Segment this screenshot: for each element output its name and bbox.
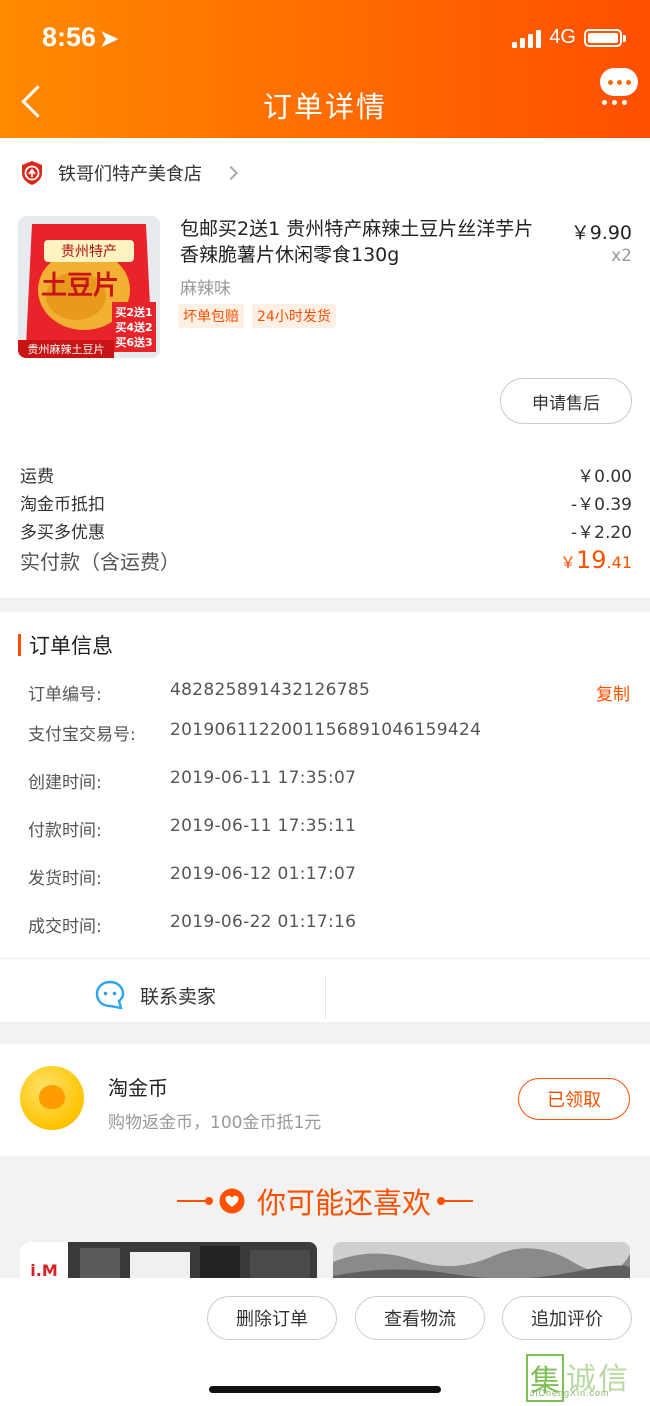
contact-row: 联系卖家	[0, 958, 650, 1034]
info-row-order-number: 订单编号: 482825891432126785 复制	[28, 680, 630, 705]
claimed-button[interactable]: 已领取	[518, 1078, 630, 1120]
gold-coin-icon	[20, 1066, 84, 1130]
product-title[interactable]: 包邮买2送1 贵州特产麻辣土豆片丝洋芋片 香辣脆薯片休闲零食130g	[180, 216, 550, 268]
enterprise-shop-icon	[22, 161, 42, 185]
fee-value: ￥0.00	[577, 467, 632, 487]
order-item-card: 铁哥们特产美食店 贵州特产 土豆片 买2送1 买4送2 买6送3 贵州麻辣土豆片…	[0, 138, 650, 598]
total-amount: ￥19.41	[559, 546, 632, 574]
fee-label: 多买多优惠	[20, 523, 105, 543]
decor-line-icon	[437, 1197, 473, 1205]
info-row-shipped-time: 发货时间: 2019-06-12 01:17:07	[28, 864, 357, 889]
chevron-right-icon	[223, 165, 239, 181]
shop-link[interactable]: 铁哥们特产美食店	[20, 160, 239, 186]
signal-icon	[512, 28, 542, 48]
bottom-action-bar: 删除订单 查看物流 追加评价 集诚信 JiChengXin.com	[0, 1278, 650, 1406]
fee-label: 淘金币抵扣	[20, 495, 105, 515]
add-review-button[interactable]: 追加评价	[502, 1296, 632, 1340]
delete-order-button[interactable]: 删除订单	[207, 1296, 337, 1340]
view-logistics-button[interactable]: 查看物流	[355, 1296, 485, 1340]
total-label: 实付款（含运费）	[20, 550, 180, 574]
service-tags: 坏单包赔 24小时发货	[178, 304, 336, 328]
status-time: 8:56 ➤	[42, 22, 118, 53]
header: 8:56 ➤ 4G 订单详情	[0, 0, 650, 138]
decor-line-icon	[176, 1197, 213, 1205]
product-image-brand: 贵州特产	[61, 244, 117, 260]
network-label: 4G	[549, 26, 576, 48]
divider	[325, 975, 326, 1019]
product-image-caption: 贵州麻辣土豆片	[28, 342, 105, 356]
product-image-name: 土豆片	[41, 271, 119, 301]
product-spec: 麻辣味	[180, 279, 231, 299]
location-arrow-icon: ➤	[100, 26, 119, 51]
page-title: 订单详情	[262, 90, 387, 124]
fee-value: -￥2.20	[571, 523, 632, 543]
status-indicators: 4G	[512, 26, 626, 49]
info-row-paid-time: 付款时间: 2019-06-11 17:35:11	[28, 816, 357, 841]
product-image-promo-2: 买4送2	[115, 320, 152, 334]
total-paid-row: 实付款（含运费） ￥19.41	[20, 546, 632, 575]
time-text: 8:56	[42, 22, 97, 52]
heart-icon	[219, 1188, 245, 1214]
fee-row-multi-discount: 多买多优惠 -￥2.20	[20, 518, 632, 543]
recommend-section: 你可能还喜欢 i.M	[0, 1158, 650, 1288]
info-row-alipay-trade-number: 支付宝交易号: 2019061122001156891046159424	[28, 720, 482, 745]
tag-damage-compensation: 坏单包赔	[178, 304, 244, 328]
order-info-card: 订单信息 订单编号: 482825891432126785 复制 支付宝交易号:…	[0, 612, 650, 1022]
chat-bubble-icon	[95, 980, 125, 1010]
shop-name: 铁哥们特产美食店	[58, 164, 202, 185]
fee-row-shipping: 运费 ￥0.00	[20, 462, 632, 487]
fee-label: 运费	[20, 467, 54, 487]
info-row-completed-time: 成交时间: 2019-06-22 01:17:16	[28, 912, 357, 937]
watermark-logo: 集诚信 JiChengXin.com	[526, 1354, 644, 1402]
more-menu-icon[interactable]	[598, 66, 640, 110]
fee-row-coin-deduction: 淘金币抵扣 -￥0.39	[20, 490, 632, 515]
recommend-heading: 你可能还喜欢	[0, 1180, 650, 1222]
product-image-promo-3: 买6送3	[115, 335, 152, 349]
coin-title: 淘金币	[108, 1076, 168, 1100]
info-row-created-time: 创建时间: 2019-06-11 17:35:07	[28, 768, 357, 793]
order-info-heading: 订单信息	[18, 630, 113, 660]
coin-subtitle: 购物返金币，100金币抵1元	[108, 1113, 322, 1133]
tag-24h-shipping: 24小时发货	[252, 304, 336, 328]
product-image-promo-1: 买2送1	[115, 305, 152, 319]
contact-seller-button[interactable]: 联系卖家	[94, 979, 216, 1011]
product-image[interactable]: 贵州特产 土豆片 买2送1 买4送2 买6送3 贵州麻辣土豆片	[18, 216, 160, 358]
product-price: ￥9.90	[570, 222, 632, 244]
after-sale-button[interactable]: 申请售后	[500, 378, 632, 424]
home-indicator[interactable]	[209, 1386, 441, 1393]
battery-icon	[584, 28, 626, 47]
fee-value: -￥0.39	[571, 495, 632, 515]
taojinbi-card: 淘金币 购物返金币，100金币抵1元 已领取	[0, 1044, 650, 1156]
contact-seller-label: 联系卖家	[140, 985, 217, 1008]
product-quantity: x2	[611, 246, 632, 266]
copy-button[interactable]: 复制	[596, 680, 630, 705]
recommend-title: 你可能还喜欢	[256, 1186, 431, 1220]
